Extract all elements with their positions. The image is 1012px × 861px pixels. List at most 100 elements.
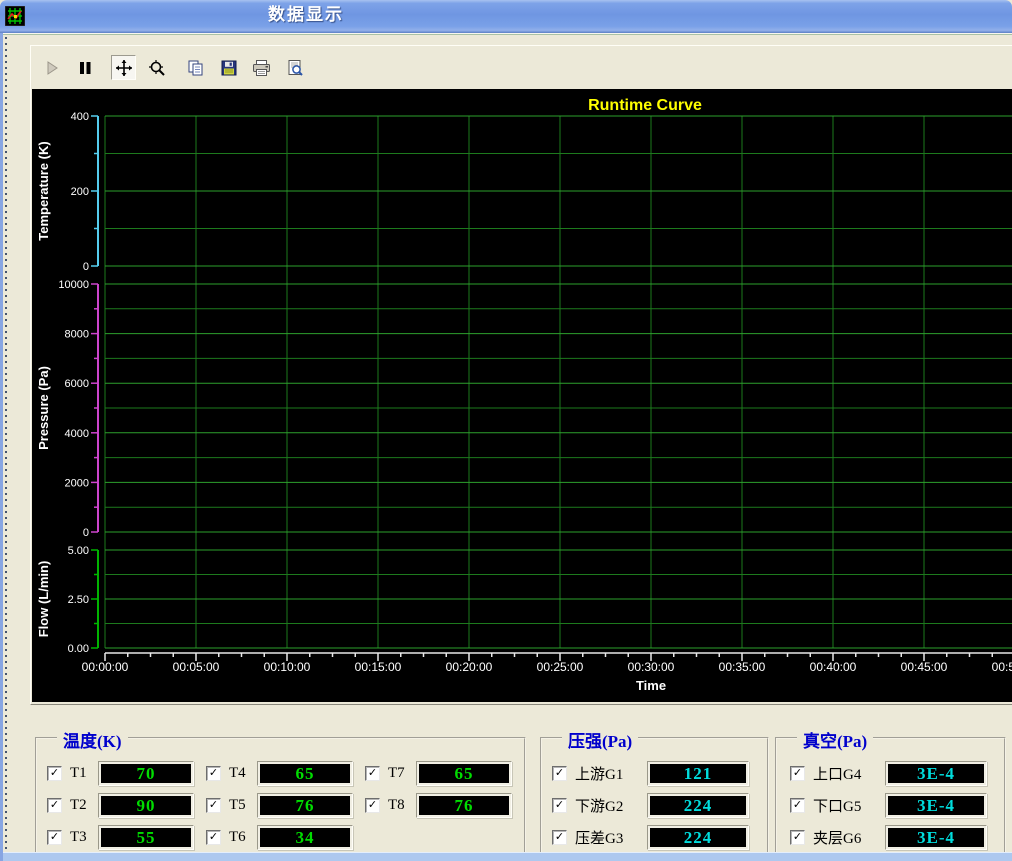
x-tick-label: 00:25:00 — [537, 660, 584, 674]
checkbox-T4[interactable]: ✓ — [206, 766, 221, 781]
print-button[interactable] — [249, 55, 274, 80]
x-tick-label: 00:35:00 — [719, 660, 766, 674]
run-button[interactable] — [39, 55, 64, 80]
label-T5: T5 — [229, 797, 253, 814]
y-tick-label: 200 — [71, 186, 89, 198]
label-T2: T2 — [70, 797, 94, 814]
y-tick-label: 0.00 — [68, 643, 89, 655]
y-axis-title-0: Temperature (K) — [36, 141, 51, 240]
x-tick-label: 00:30:00 — [628, 660, 675, 674]
group-panel-1: 压强(Pa)✓上游G1121✓下游G2224✓压差G3224 — [540, 737, 769, 857]
play-icon — [44, 60, 60, 76]
checkbox-G6[interactable]: ✓ — [790, 830, 805, 845]
display-frame-T5: 76 — [257, 793, 353, 818]
measurement-row-T7: ✓T765 — [365, 757, 524, 789]
checkbox-T5[interactable]: ✓ — [206, 798, 221, 813]
check-icon: ✓ — [793, 831, 802, 842]
display-frame-G4: 3E-4 — [885, 761, 987, 786]
y-tick-label: 5.00 — [68, 545, 89, 557]
x-tick-label: 00:45:00 — [901, 660, 948, 674]
checkbox-G2[interactable]: ✓ — [552, 798, 567, 813]
label-G1: 上游G1 — [575, 763, 643, 784]
x-tick-label: 00:50:00 — [992, 660, 1012, 674]
titlebar[interactable]: 数据显示 — [0, 0, 1012, 33]
y-tick-label: 2.50 — [68, 594, 89, 606]
label-G3: 压差G3 — [575, 827, 643, 848]
display-G4: 3E-4 — [888, 764, 984, 783]
chart-toolbar — [31, 46, 1012, 89]
label-T3: T3 — [70, 829, 94, 846]
display-G5: 3E-4 — [888, 796, 984, 815]
label-T8: T8 — [388, 797, 412, 814]
display-T4: 65 — [260, 764, 350, 783]
value-T7: 65 — [455, 765, 474, 782]
checkbox-T6[interactable]: ✓ — [206, 830, 221, 845]
save-button[interactable] — [216, 55, 241, 80]
group-title-2: 真空(Pa) — [797, 727, 873, 752]
check-icon: ✓ — [555, 767, 564, 778]
display-frame-G1: 121 — [647, 761, 749, 786]
zoom-button[interactable] — [144, 55, 169, 80]
measurement-row-G6: ✓夹层G63E-4 — [790, 821, 1004, 853]
display-frame-G5: 3E-4 — [885, 793, 987, 818]
group-panel-0: 温度(K)✓T170✓T290✓T355✓T465✓T576✓T634✓T765… — [35, 737, 526, 857]
value-G6: 3E-4 — [917, 829, 955, 846]
measurement-row-G5: ✓下口G53E-4 — [790, 789, 1004, 821]
measurement-row-G1: ✓ 上游G1 121 — [552, 757, 767, 789]
check-icon: ✓ — [555, 799, 564, 810]
check-icon: ✓ — [555, 831, 564, 842]
checkbox-G3[interactable]: ✓ — [552, 830, 567, 845]
checkbox-T1[interactable]: ✓ — [47, 766, 62, 781]
value-T5: 76 — [296, 797, 315, 814]
group-title-0: 温度(K) — [57, 727, 128, 752]
copy-icon — [187, 59, 205, 77]
check-icon: ✓ — [50, 831, 59, 842]
copy-button[interactable] — [183, 55, 208, 80]
checkbox-G4[interactable]: ✓ — [790, 766, 805, 781]
checkbox-G1[interactable]: ✓ — [552, 766, 567, 781]
chart-area[interactable]: 0200400Temperature (K)020004000600080001… — [32, 89, 1012, 702]
checkbox-T7[interactable]: ✓ — [365, 766, 380, 781]
pause-button[interactable] — [72, 55, 97, 80]
window-title: 数据显示 — [268, 0, 344, 33]
form-left-edge — [5, 37, 7, 851]
value-T2: 90 — [137, 797, 156, 814]
measurement-row-G3: ✓压差G3224 — [552, 821, 767, 853]
check-icon: ✓ — [209, 767, 218, 778]
checkbox-T8[interactable]: ✓ — [365, 798, 380, 813]
x-axis-title: Time — [636, 678, 666, 693]
y-tick-label: 4000 — [65, 428, 89, 440]
y-tick-label: 400 — [71, 111, 89, 123]
display-frame-T2: 90 — [98, 793, 194, 818]
group-title-1: 压强(Pa) — [562, 727, 638, 752]
measurement-row-G2: ✓下游G2224 — [552, 789, 767, 821]
group-panel-2: 真空(Pa)✓上口G43E-4✓下口G53E-4✓夹层G63E-4 — [775, 737, 1006, 857]
print-preview-button[interactable] — [282, 55, 307, 80]
display-frame-T1: 70 — [98, 761, 194, 786]
label-T4: T4 — [229, 765, 253, 782]
check-icon: ✓ — [209, 831, 218, 842]
display-G1: 121 — [650, 764, 746, 783]
y-tick-label: 6000 — [65, 378, 89, 390]
label-T1: T1 — [70, 765, 94, 782]
display-T1: 70 — [101, 764, 191, 783]
y-axis-title-1: Pressure (Pa) — [36, 366, 51, 450]
measurement-row-T6: ✓T634 — [206, 821, 365, 853]
display-frame-T3: 55 — [98, 825, 194, 850]
chart-title: Runtime Curve — [588, 97, 702, 114]
measurement-row-T5: ✓ T5 76 — [206, 789, 365, 821]
check-icon: ✓ — [50, 799, 59, 810]
y-tick-label: 2000 — [65, 477, 89, 489]
checkbox-T2[interactable]: ✓ — [47, 798, 62, 813]
preview-icon — [286, 59, 304, 77]
value-G4: 3E-4 — [917, 765, 955, 782]
checkbox-T3[interactable]: ✓ — [47, 830, 62, 845]
chart-panel: 0200400Temperature (K)020004000600080001… — [30, 45, 1012, 705]
value-T3: 55 — [137, 829, 156, 846]
label-G4: 上口G4 — [813, 763, 881, 784]
client-area: 0200400Temperature (K)020004000600080001… — [0, 33, 1012, 861]
checkbox-G5[interactable]: ✓ — [790, 798, 805, 813]
display-frame-T7: 65 — [416, 761, 512, 786]
pan-button[interactable] — [111, 55, 136, 80]
x-tick-label: 00:10:00 — [264, 660, 311, 674]
